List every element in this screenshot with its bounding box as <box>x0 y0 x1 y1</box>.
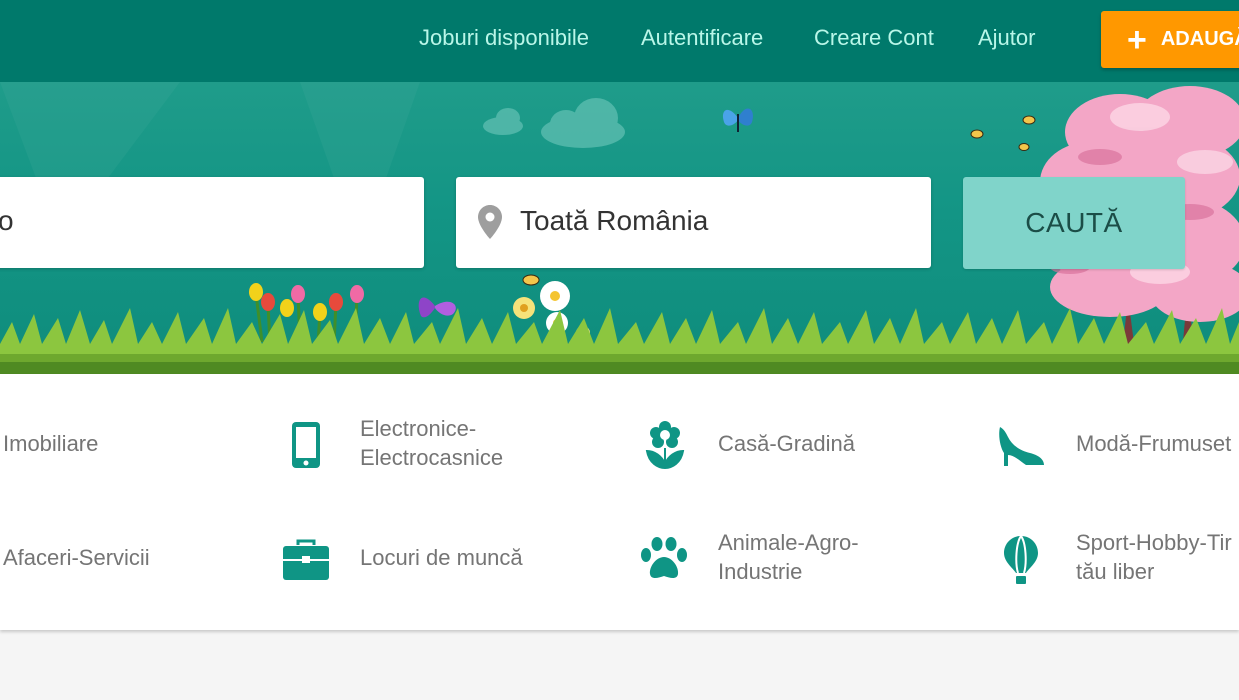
category-label: Modă-Frumuset <box>1076 431 1232 456</box>
category-label-line1: Electronice- <box>360 416 477 441</box>
nav-link-help[interactable]: Ajutor <box>978 25 1035 51</box>
hot-air-balloon-icon <box>1001 534 1041 586</box>
briefcase-icon <box>282 538 330 582</box>
category-fashion-beauty[interactable]: Modă-Frumuset <box>995 414 1239 474</box>
butterfly-icon <box>418 297 456 318</box>
category-animals-agro[interactable]: Animale-Agro- Industrie <box>640 528 960 588</box>
category-jobs[interactable]: Locuri de muncă <box>280 528 600 588</box>
category-label: Imobiliare <box>3 431 99 456</box>
nav-link-create-account[interactable]: Creare Cont <box>814 25 934 51</box>
plus-icon: + <box>1127 20 1147 59</box>
category-label-line2: Electrocasnice <box>360 445 504 470</box>
nav-link-available-jobs[interactable]: Joburi disponibile <box>419 25 589 51</box>
hero-search-banner: o Toată România CAUTĂ <box>0 82 1239 374</box>
add-listing-button[interactable]: + ADAUGĂ <box>1101 11 1239 68</box>
cloud-icon <box>483 98 625 148</box>
category-home-garden[interactable]: Casă-Gradină <box>640 414 960 474</box>
category-electronics[interactable]: Electronice- Electrocasnice <box>280 414 600 474</box>
butterfly-icon <box>722 108 753 132</box>
category-real-estate[interactable]: Imobiliare <box>0 414 270 474</box>
location-search-text[interactable]: Toată România <box>520 205 708 237</box>
categories-panel: Imobiliare Electronice- Electrocasnice C… <box>0 374 1239 630</box>
paw-icon <box>640 536 688 582</box>
add-listing-label: ADAUGĂ <box>1160 28 1239 50</box>
category-label-line1: Sport-Hobby-Tir <box>1076 530 1232 555</box>
category-label-line2: tău liber <box>1076 559 1155 584</box>
category-label-line2: Industrie <box>718 559 803 584</box>
category-label: Locuri de muncă <box>360 545 523 570</box>
keyword-search-text[interactable]: o <box>0 205 14 237</box>
category-label-line1: Animale-Agro- <box>718 530 859 555</box>
category-sport-hobby[interactable]: Sport-Hobby-Tir tău liber <box>995 528 1239 588</box>
flower-icon <box>642 420 688 470</box>
category-label: Casă-Gradină <box>718 431 855 456</box>
nav-link-login[interactable]: Autentificare <box>641 25 763 51</box>
search-button[interactable]: CAUTĂ <box>963 177 1185 269</box>
smartphone-icon <box>288 420 324 470</box>
location-search-field[interactable]: Toată România <box>456 177 931 268</box>
keyword-search-field[interactable]: o <box>0 177 424 268</box>
top-navigation-bar: Joburi disponibile Autentificare Creare … <box>0 0 1239 82</box>
high-heel-icon <box>995 424 1047 468</box>
category-label: Afaceri-Servicii <box>3 545 150 570</box>
category-business-services[interactable]: Afaceri-Servicii <box>0 528 270 588</box>
location-pin-icon <box>478 205 502 239</box>
